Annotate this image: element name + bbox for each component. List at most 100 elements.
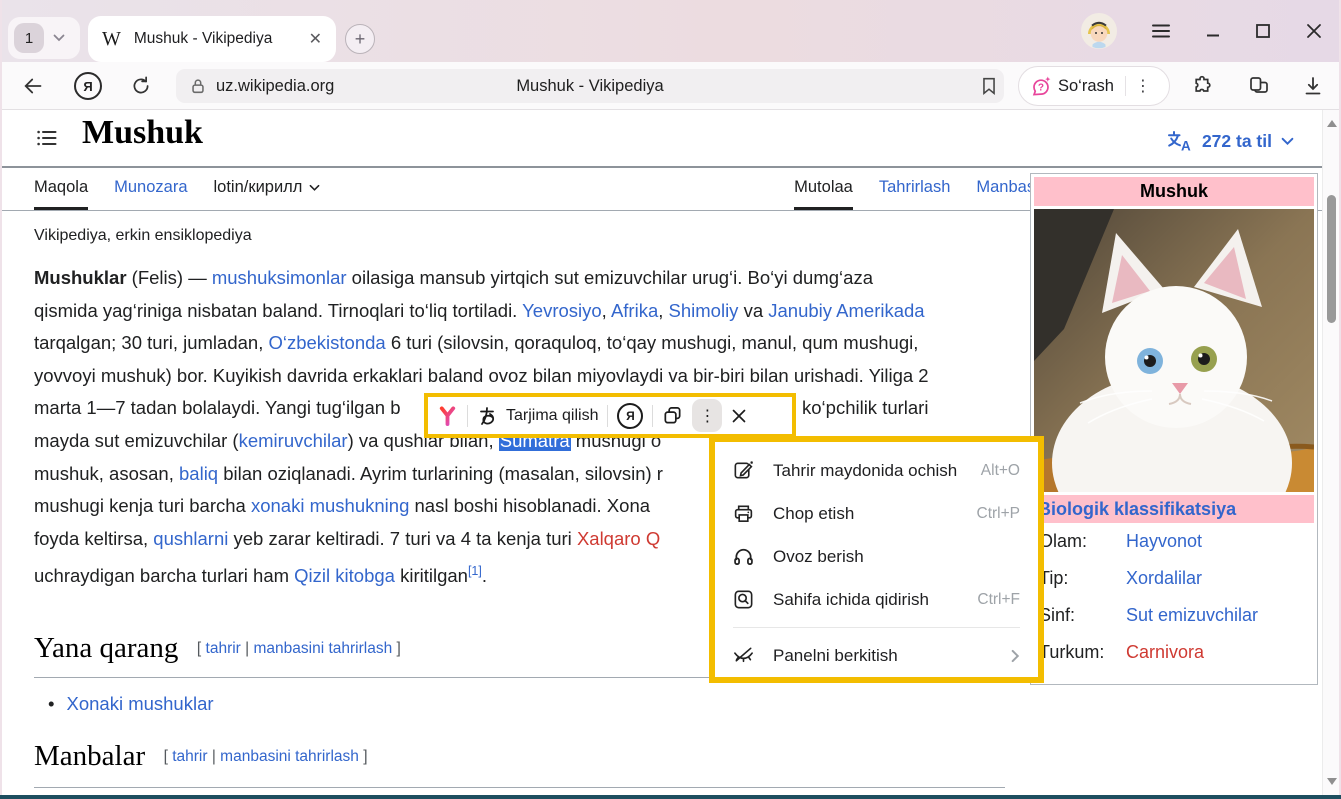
translate-button[interactable]: Tarjima qilish (506, 407, 598, 425)
address-page-title: Mushuk - Vikipediya (176, 69, 1004, 103)
text-segment: yovvoyi mushuk) bor. Kuyikish davrida er… (34, 365, 929, 386)
link[interactable]: baliq (179, 463, 218, 484)
paragraph-line: yovvoyi mushuk) bor. Kuyikish davrida er… (34, 360, 1026, 393)
language-selector-button[interactable]: A 272 ta til (1167, 124, 1294, 158)
tab-munozara[interactable]: Munozara (114, 168, 187, 210)
link[interactable]: Qizil kitobga (294, 565, 395, 586)
paragraph-line: tarqalgan; 30 turi, jumladan, O‘zbekisto… (34, 327, 1026, 360)
hiragana-a-icon (477, 406, 497, 426)
ask-more-icon[interactable]: ⋮ (1135, 76, 1151, 96)
link[interactable]: tahrir (172, 748, 207, 765)
tab-script-switcher[interactable]: lotin/кирилл (214, 168, 321, 210)
tab-group-counter[interactable]: 1 (8, 17, 80, 59)
text-segment: ko‘pchilik turlari (802, 392, 928, 425)
tab-close-icon[interactable]: ✕ (309, 29, 322, 49)
minimize-button[interactable] (1205, 23, 1221, 39)
toc-button[interactable] (34, 126, 60, 150)
tab-mutolaa[interactable]: Mutolaa (794, 168, 853, 210)
link[interactable]: Afrika (611, 300, 658, 321)
link[interactable]: Xalqaro Q (577, 528, 660, 549)
browser-menu-icon[interactable] (1151, 23, 1171, 39)
active-browser-tab[interactable]: W Mushuk - Vikipediya ✕ (88, 16, 336, 62)
list-item: •Xonaki mushuklar (48, 693, 214, 715)
section-divider (34, 787, 1005, 788)
text-segment: mushuk, asosan, (34, 463, 179, 484)
extensions-icon[interactable] (1188, 62, 1218, 110)
maximize-button[interactable] (1255, 23, 1271, 39)
yandex-logo-icon[interactable] (437, 405, 458, 427)
tab-tahrirlash[interactable]: Tahrirlash (879, 168, 951, 210)
link[interactable]: Hayvonot (1126, 531, 1202, 552)
link[interactable]: [1] (468, 564, 482, 578)
link[interactable]: tahrir (206, 640, 241, 657)
close-icon[interactable] (731, 408, 747, 424)
new-tab-button[interactable]: + (345, 24, 375, 54)
scroll-up-arrow[interactable] (1327, 120, 1337, 127)
menu-item-label: Sahifa ichida qidirish (773, 590, 977, 610)
scrollbar-thumb[interactable] (1327, 195, 1336, 323)
link[interactable]: Xordalilar (1126, 568, 1202, 589)
menu-item-label: Tahrir maydonida ochish (773, 461, 981, 481)
text-segment: [ (164, 748, 173, 765)
chevron-down-icon (1281, 137, 1294, 146)
menu-item-open-in-editor[interactable]: Tahrir maydonida ochish Alt+O (715, 449, 1038, 492)
window-close-button[interactable] (1305, 22, 1323, 40)
section-title: Yana qarang (34, 632, 178, 664)
menu-item-find-in-page[interactable]: Sahifa ichida qidirish Ctrl+F (715, 578, 1038, 621)
ask-ai-button[interactable]: ? So‘rash ⋮ (1018, 66, 1170, 106)
text-segment: foyda keltirsa, (34, 528, 153, 549)
cat-photo (1034, 209, 1314, 492)
section-title: Manbalar (34, 740, 145, 772)
link[interactable]: Yevrosiyo (522, 300, 602, 321)
link[interactable]: Sut emizuvchilar (1126, 605, 1258, 626)
menu-item-label: Panelni berkitish (773, 646, 1011, 666)
link[interactable]: qushlarni (153, 528, 228, 549)
selection-toolbar: Tarjima qilish Я ⋮ (424, 393, 796, 438)
link[interactable]: xonaki mushukning (251, 495, 409, 516)
yandex-search-icon[interactable]: Я (617, 403, 643, 429)
menu-item-read-aloud[interactable]: Ovoz berish (715, 535, 1038, 578)
link[interactable]: Janubiy Amerikada (768, 300, 924, 321)
downloads-icon[interactable] (1298, 62, 1328, 110)
link[interactable]: mushuksimonlar (212, 267, 347, 288)
back-button[interactable] (18, 62, 48, 110)
page-scrollbar[interactable] (1322, 110, 1339, 795)
chevron-down-icon[interactable] (53, 34, 65, 42)
address-bar[interactable]: uz.wikipedia.org Mushuk - Vikipediya (176, 69, 1004, 103)
copy-icon[interactable] (662, 405, 683, 426)
language-icon: A (1167, 129, 1193, 153)
ai-chat-icon: ? (1029, 75, 1052, 98)
more-dots-icon[interactable]: ⋮ (692, 399, 722, 432)
text-segment: bilan oziqlanadi. Ayrim turlarining (mas… (218, 463, 663, 484)
reload-button[interactable] (126, 62, 156, 110)
collections-icon[interactable] (1244, 62, 1274, 110)
link[interactable]: Shimoliy (669, 300, 739, 321)
link[interactable]: kemiruvchilar (239, 430, 348, 451)
link[interactable]: manbasini tahrirlash (253, 640, 392, 657)
link[interactable]: Xonaki mushuklar (66, 693, 213, 714)
browser-navbar: Я uz.wikipedia.org Mushuk - Vikipediya ?… (2, 62, 1339, 110)
yandex-search-button[interactable]: Я (72, 62, 104, 110)
tab-count-badge: 1 (14, 23, 44, 53)
menu-item-hide-panel[interactable]: Panelni berkitish (715, 634, 1038, 677)
infobox-row: Sinf: Sut emizuvchilar (1034, 597, 1314, 634)
text-segment: ] (359, 748, 368, 765)
edit-field-icon (732, 459, 756, 482)
text-segment: uchraydigan barcha turlari ham (34, 565, 294, 586)
eye-off-icon (732, 644, 756, 667)
scroll-down-arrow[interactable] (1327, 778, 1337, 785)
text-segment: qismida yag‘riniga nisbatan baland. Tirn… (34, 300, 522, 321)
menu-item-shortcut: Alt+O (981, 462, 1020, 480)
link[interactable]: manbasini tahrirlash (220, 748, 359, 765)
link[interactable]: O‘zbekistonda (268, 332, 385, 353)
tab-maqola[interactable]: Maqola (34, 168, 88, 210)
printer-icon (732, 502, 756, 525)
bookmark-icon[interactable] (974, 62, 1004, 110)
menu-item-print[interactable]: Chop etish Ctrl+P (715, 492, 1038, 535)
text-segment: mushugi kenja turi barcha (34, 495, 251, 516)
infobox-title: Mushuk (1034, 177, 1314, 206)
profile-avatar[interactable] (1081, 13, 1117, 49)
link[interactable]: Carnivora (1126, 642, 1204, 663)
divider (607, 405, 608, 427)
section-edit-links: [ tahrir | manbasini tahrirlash ] (197, 640, 401, 657)
